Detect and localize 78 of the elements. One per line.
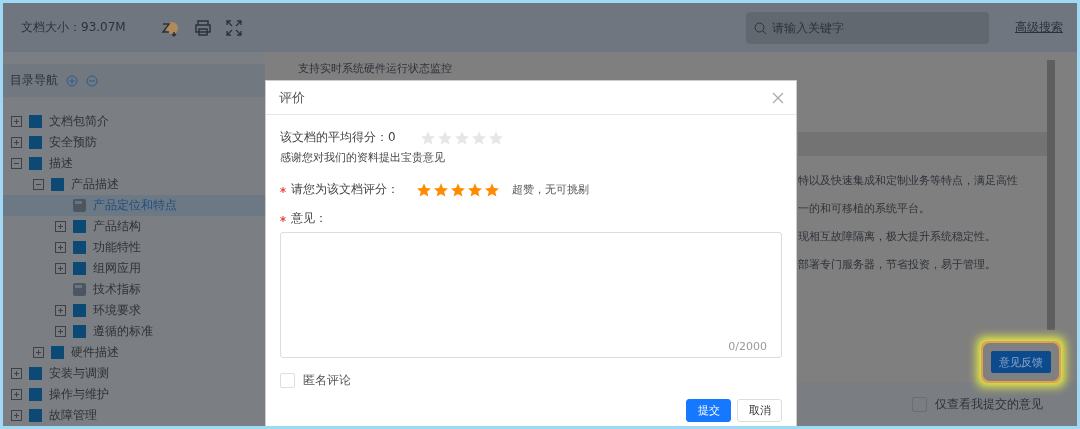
star-icon bbox=[437, 129, 453, 146]
expand-icon[interactable] bbox=[11, 410, 22, 421]
star-icon bbox=[416, 181, 432, 198]
content-text: 部署专门服务器，节省投资，易于管理。 bbox=[798, 257, 997, 272]
expand-icon[interactable] bbox=[33, 347, 44, 358]
book-icon bbox=[72, 324, 87, 339]
tree-item[interactable]: 技术指标 bbox=[93, 281, 141, 298]
book-icon bbox=[72, 303, 87, 318]
comment-label: 意见： bbox=[291, 210, 327, 227]
expand-icon[interactable] bbox=[11, 389, 22, 400]
expand-icon[interactable] bbox=[11, 368, 22, 379]
tree-item[interactable]: 文档包简介 bbox=[49, 113, 109, 130]
book-icon bbox=[28, 135, 43, 150]
expand-all-icon[interactable] bbox=[66, 74, 78, 87]
tree-item[interactable]: 描述 bbox=[49, 155, 73, 172]
close-icon[interactable] bbox=[772, 91, 784, 104]
star-icon bbox=[484, 181, 500, 198]
book-icon bbox=[28, 114, 43, 129]
printer-icon[interactable] bbox=[193, 18, 212, 37]
expand-icon[interactable] bbox=[55, 242, 66, 253]
tree-item[interactable]: 故障管理 bbox=[49, 407, 97, 424]
star-icon bbox=[450, 181, 466, 198]
book-icon bbox=[72, 219, 87, 234]
checkbox-label: 匿名评论 bbox=[303, 372, 351, 389]
average-score: 该文档的平均得分：0 bbox=[280, 129, 397, 146]
tree-item[interactable]: 组网应用 bbox=[93, 260, 141, 277]
expand-icon[interactable] bbox=[55, 305, 66, 316]
book-icon bbox=[28, 156, 43, 171]
star-icon bbox=[433, 181, 449, 198]
content-text: 特以及快速集成和定制业务等特点，满足高性 bbox=[798, 173, 1019, 188]
book-icon bbox=[72, 261, 87, 276]
advanced-search-link[interactable]: 高级搜索 bbox=[1015, 19, 1063, 36]
tree-item[interactable]: 安全预防 bbox=[49, 134, 97, 151]
collapse-icon[interactable] bbox=[11, 158, 22, 169]
collapse-icon[interactable] bbox=[33, 179, 44, 190]
rating-label: 请您为该文档评分： bbox=[291, 181, 400, 198]
book-icon bbox=[28, 408, 43, 423]
submit-button[interactable]: 提交 bbox=[686, 399, 731, 422]
expand-icon[interactable] bbox=[55, 221, 66, 232]
expand-icon[interactable] bbox=[11, 116, 22, 127]
thanks-text: 感谢您对我们的资料提出宝贵意见 bbox=[280, 150, 445, 165]
collapse-all-icon[interactable] bbox=[86, 74, 98, 87]
content-text: 现相互故障隔离，极大提升系统稳定性。 bbox=[798, 229, 997, 244]
page-icon bbox=[72, 198, 87, 213]
sidebar-title: 目录导航 bbox=[10, 72, 58, 89]
tree-item[interactable]: 功能特性 bbox=[93, 239, 141, 256]
tree-item[interactable]: 产品描述 bbox=[71, 176, 119, 193]
book-icon bbox=[28, 387, 43, 402]
checkbox-label: 仅查看我提交的意见 bbox=[935, 395, 1043, 413]
fullscreen-icon[interactable] bbox=[225, 19, 242, 36]
tree-item[interactable]: 安装与调测 bbox=[49, 365, 109, 382]
book-icon bbox=[50, 177, 65, 192]
doc-size: 文档大小：93.07M bbox=[21, 19, 126, 36]
tree-item[interactable]: 操作与维护 bbox=[49, 386, 109, 403]
star-icon bbox=[471, 129, 487, 146]
tree-item[interactable]: 遵循的标准 bbox=[93, 323, 153, 340]
star-icon bbox=[467, 181, 483, 198]
search-icon bbox=[754, 21, 767, 35]
expand-icon[interactable] bbox=[55, 263, 66, 274]
expand-icon[interactable] bbox=[55, 326, 66, 337]
content-text: 支持实时系统硬件运行状态监控 bbox=[298, 61, 453, 76]
dialog-title: 评价 bbox=[279, 88, 305, 107]
tree-item[interactable]: 硬件描述 bbox=[71, 344, 119, 361]
book-icon bbox=[50, 345, 65, 360]
page-icon bbox=[72, 282, 87, 297]
tree-item[interactable]: 产品结构 bbox=[93, 218, 141, 235]
star-icon bbox=[454, 129, 470, 146]
book-icon bbox=[72, 240, 87, 255]
book-icon bbox=[28, 366, 43, 381]
tree-item[interactable]: 环境要求 bbox=[93, 302, 141, 319]
char-counter: 0/2000 bbox=[728, 340, 767, 353]
cancel-button[interactable]: 取消 bbox=[737, 399, 782, 422]
scrollbar[interactable] bbox=[1047, 60, 1055, 330]
comment-field[interactable]: 0/2000 bbox=[280, 232, 782, 358]
star-icon bbox=[420, 129, 436, 146]
rating-caption: 超赞，无可挑剔 bbox=[512, 182, 589, 197]
star-icon bbox=[488, 129, 504, 146]
expand-icon[interactable] bbox=[11, 137, 22, 148]
